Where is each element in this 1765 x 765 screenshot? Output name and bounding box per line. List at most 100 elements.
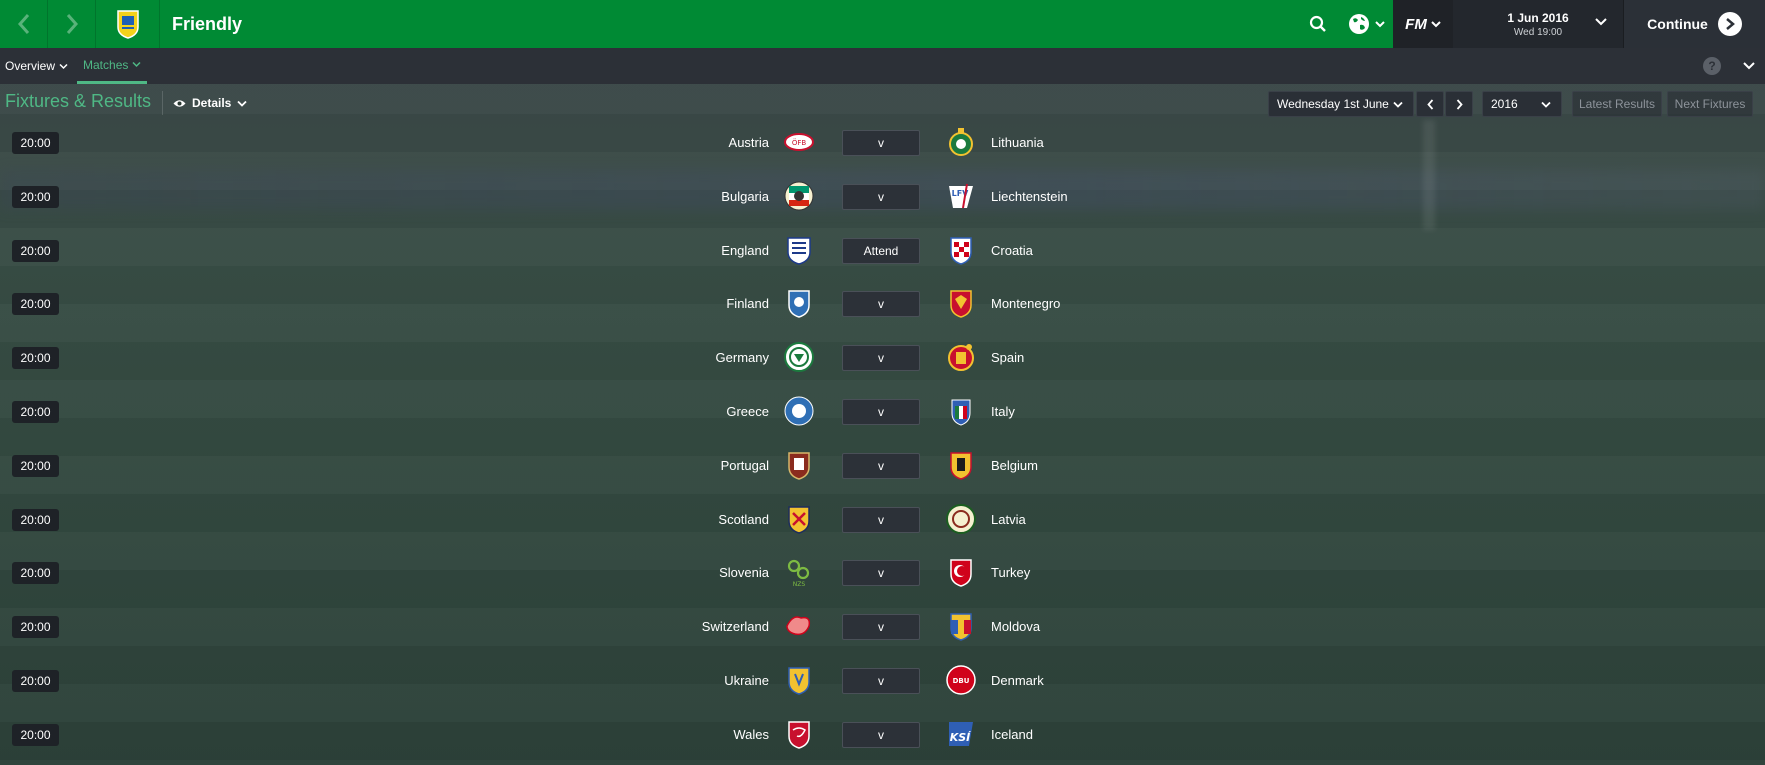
away-team-crest-icon[interactable] <box>945 234 977 266</box>
fixture-row[interactable]: 20:00 Slovenia NZS v Turkey <box>0 548 1765 602</box>
away-team-crest-icon[interactable] <box>945 287 977 319</box>
fixture-row[interactable]: 20:00 Bulgaria v LFV Liechtenstein <box>0 172 1765 226</box>
chevron-down-icon <box>1374 21 1385 28</box>
home-team-name[interactable]: Bulgaria <box>721 189 769 204</box>
fm-menu-button[interactable]: FM <box>1393 0 1453 48</box>
away-team-crest-icon[interactable]: DBU <box>945 664 977 696</box>
world-menu-button[interactable] <box>1339 0 1393 48</box>
home-team-name[interactable]: England <box>721 243 769 258</box>
away-team-name[interactable]: Latvia <box>991 512 1026 527</box>
top-bar: Friendly FM 1 Jun 2016 Wed 19:00 Continu… <box>0 0 1765 48</box>
home-team-crest-icon[interactable]: NZS <box>783 556 815 588</box>
match-button[interactable]: v <box>842 668 920 694</box>
home-team-crest-icon[interactable] <box>783 664 815 696</box>
away-team-name[interactable]: Lithuania <box>991 135 1044 150</box>
previous-date-button[interactable] <box>1416 91 1444 117</box>
fixture-row[interactable]: 20:00 Greece v Italy <box>0 387 1765 441</box>
home-team-crest-icon[interactable] <box>783 180 815 212</box>
fixture-row[interactable]: 20:00 Wales v KSÍ Iceland <box>0 710 1765 764</box>
home-team-crest-icon[interactable] <box>783 503 815 535</box>
tab-overview-label: Overview <box>5 59 56 73</box>
kickoff-time: 20:00 <box>12 454 59 477</box>
fixture-row[interactable]: 20:00 Switzerland v Moldova <box>0 602 1765 656</box>
details-dropdown[interactable]: Details <box>162 91 247 115</box>
home-team-name[interactable]: Scotland <box>718 512 769 527</box>
away-team-name[interactable]: Croatia <box>991 243 1033 258</box>
latest-results-button[interactable]: Latest Results <box>1572 91 1662 117</box>
away-team-crest-icon[interactable]: LFV <box>945 180 977 212</box>
match-button[interactable]: v <box>842 506 920 533</box>
away-team-name[interactable]: Liechtenstein <box>991 189 1068 204</box>
fixture-row[interactable]: 20:00 England Attend Croatia <box>0 226 1765 280</box>
away-team-name[interactable]: Belgium <box>991 458 1038 473</box>
fixture-row[interactable]: 20:00 Austria ÖFB v Lithuania <box>0 118 1765 172</box>
home-team-crest-icon[interactable] <box>783 287 815 319</box>
tab-overview[interactable]: Overview <box>0 48 73 84</box>
match-button[interactable]: v <box>842 130 920 156</box>
eye-icon <box>173 99 186 107</box>
home-team-crest-icon[interactable] <box>783 610 815 642</box>
home-team-crest-icon[interactable] <box>783 395 815 427</box>
home-team-name[interactable]: Finland <box>726 296 769 311</box>
away-team-crest-icon[interactable] <box>945 610 977 642</box>
match-button[interactable]: v <box>842 345 920 372</box>
away-team-name[interactable]: Moldova <box>991 619 1040 634</box>
away-team-name[interactable]: Italy <box>991 404 1015 419</box>
chevron-down-icon[interactable] <box>1743 61 1755 70</box>
away-team-name[interactable]: Turkey <box>991 565 1030 580</box>
home-team-crest-icon[interactable] <box>783 718 815 750</box>
date-select[interactable]: Wednesday 1st June <box>1268 91 1414 117</box>
year-select[interactable]: 2016 <box>1482 91 1562 117</box>
help-icon[interactable]: ? <box>1703 57 1721 75</box>
fixture-row[interactable]: 20:00 Portugal v Belgium <box>0 441 1765 495</box>
match-button[interactable]: v <box>842 399 920 425</box>
home-team-name[interactable]: Greece <box>726 404 769 419</box>
continue-button[interactable]: Continue <box>1623 0 1765 48</box>
tab-matches[interactable]: Matches <box>77 48 148 84</box>
home-team-crest-icon[interactable] <box>783 449 815 481</box>
fixture-row[interactable]: 20:00 Germany v Spain <box>0 333 1765 387</box>
game-date-button[interactable]: 1 Jun 2016 Wed 19:00 <box>1453 0 1623 48</box>
away-team-crest-icon[interactable] <box>945 449 977 481</box>
home-team-name[interactable]: Switzerland <box>702 619 769 634</box>
home-team-name[interactable]: Germany <box>716 350 769 365</box>
home-team-name[interactable]: Slovenia <box>719 565 769 580</box>
home-team-name[interactable]: Ukraine <box>724 673 769 688</box>
forward-button[interactable] <box>48 0 96 48</box>
match-button[interactable]: v <box>842 721 920 748</box>
away-team-name[interactable]: Denmark <box>991 673 1044 688</box>
home-team-name[interactable]: Austria <box>729 135 769 150</box>
match-button[interactable]: v <box>842 291 920 318</box>
next-fixtures-button[interactable]: Next Fixtures <box>1667 91 1753 117</box>
home-team-crest-icon[interactable]: ÖFB <box>783 126 815 158</box>
away-team-crest-icon[interactable] <box>945 395 977 427</box>
fixture-row[interactable]: 20:00 Ukraine v DBU Denmark <box>0 656 1765 710</box>
away-team-crest-icon[interactable] <box>945 341 977 373</box>
page-title-friendly: Friendly <box>172 14 243 34</box>
kickoff-time: 20:00 <box>12 132 59 154</box>
match-button[interactable]: v <box>842 560 920 587</box>
match-button[interactable]: v <box>842 614 920 641</box>
home-team-name[interactable]: Wales <box>733 727 769 742</box>
search-icon <box>1309 15 1326 32</box>
next-date-button[interactable] <box>1445 91 1473 117</box>
fixture-row[interactable]: 20:00 Scotland v Latvia <box>0 495 1765 549</box>
back-button[interactable] <box>0 0 48 48</box>
away-team-crest-icon[interactable]: KSÍ <box>945 718 977 750</box>
match-button[interactable]: Attend <box>842 237 920 264</box>
away-team-name[interactable]: Montenegro <box>991 296 1060 311</box>
home-team-crest-icon[interactable] <box>783 341 815 373</box>
game-time: Wed 19:00 <box>1513 26 1563 38</box>
home-team-crest-icon[interactable] <box>783 234 815 266</box>
away-team-crest-icon[interactable] <box>945 126 977 158</box>
club-badge-button[interactable] <box>96 0 160 48</box>
match-button[interactable]: v <box>842 452 920 479</box>
away-team-crest-icon[interactable] <box>945 503 977 535</box>
away-team-name[interactable]: Spain <box>991 350 1024 365</box>
fixture-row[interactable]: 20:00 Finland v Montenegro <box>0 279 1765 333</box>
home-team-name[interactable]: Portugal <box>721 458 769 473</box>
match-button[interactable]: v <box>842 183 920 210</box>
away-team-name[interactable]: Iceland <box>991 727 1033 742</box>
search-button[interactable] <box>1297 0 1339 48</box>
away-team-crest-icon[interactable] <box>945 556 977 588</box>
